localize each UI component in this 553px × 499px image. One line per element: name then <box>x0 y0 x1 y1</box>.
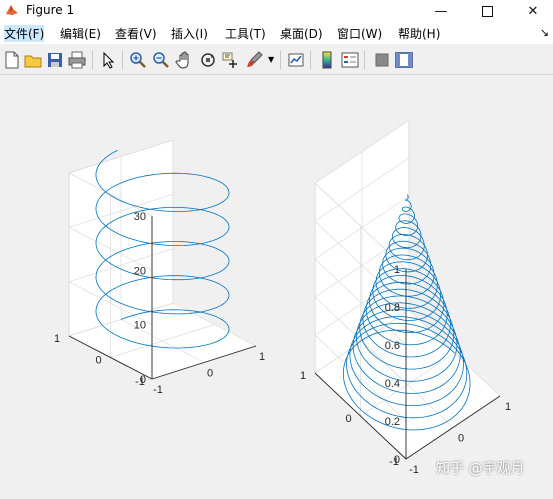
figure-canvas: 0 10 20 30 -1 0 1 -1 0 1 0 0.2 0.4 0.6 0.8 1 -1 0 1 -1 0 1 <box>0 75 553 495</box>
window-title: Figure 1 <box>26 3 75 17</box>
print-icon[interactable] <box>67 50 87 70</box>
menu-file[interactable]: 文件(F) <box>4 25 45 42</box>
y-tick-label: 1 <box>300 370 306 382</box>
y-tick-label: -1 <box>135 376 145 388</box>
z-tick-label: 20 <box>134 265 146 277</box>
rotate-3d-icon[interactable] <box>198 50 218 70</box>
title-bar: Figure 1 — ✕ <box>0 0 553 22</box>
close-icon: ✕ <box>527 3 539 19</box>
z-tick-label: 10 <box>134 320 146 332</box>
y-tick-label: -1 <box>389 456 399 468</box>
menu-overflow-arrow-icon[interactable]: ↘ <box>540 26 549 39</box>
x-tick-label: 1 <box>505 401 511 413</box>
x-tick-label: 0 <box>458 433 464 445</box>
menu-edit[interactable]: 编辑(E) <box>60 25 101 42</box>
menu-window[interactable]: 窗口(W) <box>337 25 382 42</box>
select-pointer-icon[interactable] <box>98 50 118 70</box>
menu-view[interactable]: 查看(V) <box>115 25 157 42</box>
open-file-icon[interactable] <box>23 50 43 70</box>
minimize-button[interactable]: — <box>418 0 464 22</box>
toolbar-separator <box>92 51 93 69</box>
minimize-icon: — <box>434 3 448 19</box>
y-tick-label: 0 <box>345 413 351 425</box>
axes-helix[interactable]: 0102030-101-101 <box>54 139 265 396</box>
legend-icon[interactable] <box>340 50 360 70</box>
hide-plot-tools-icon[interactable] <box>372 50 392 70</box>
brush-icon[interactable] <box>244 50 264 70</box>
watermark-text: 知乎 @宇观月 <box>436 461 525 477</box>
toolbar: ▼ <box>0 46 553 75</box>
z-tick-label: 30 <box>134 211 146 223</box>
z-tick-label: 0.2 <box>385 416 400 428</box>
zoom-out-icon[interactable] <box>151 50 171 70</box>
show-plot-tools-icon[interactable] <box>394 50 414 70</box>
toolbar-separator <box>364 51 365 69</box>
figure-plots: 0102030-101-101 00.20.40.60.81-101-101 <box>54 119 511 476</box>
maximize-icon <box>481 5 493 17</box>
close-button[interactable]: ✕ <box>510 0 553 22</box>
z-tick-label: 1 <box>394 264 400 276</box>
maximize-button[interactable] <box>464 0 510 22</box>
toolbar-separator <box>122 51 123 69</box>
menu-help[interactable]: 帮助(H) <box>398 25 440 42</box>
z-tick-label: 0.6 <box>385 340 400 352</box>
menu-desktop[interactable]: 桌面(D) <box>280 25 323 42</box>
z-tick-label: 0.8 <box>385 302 400 314</box>
pan-hand-icon[interactable] <box>175 50 195 70</box>
x-tick-label: -1 <box>153 384 163 396</box>
save-icon[interactable] <box>45 50 65 70</box>
y-tick-label: 1 <box>54 333 60 345</box>
axes-cone-spiral[interactable]: 00.20.40.60.81-101-101 <box>300 119 511 476</box>
x-tick-label: 0 <box>207 368 213 380</box>
brush-dropdown-icon[interactable]: ▼ <box>268 55 274 64</box>
data-cursor-icon[interactable] <box>221 50 241 70</box>
toolbar-separator <box>310 51 311 69</box>
y-tick-label: 0 <box>95 355 101 367</box>
menu-bar: 文件(F) 编辑(E) 查看(V) 插入(I) 工具(T) 桌面(D) 窗口(W… <box>0 22 553 44</box>
menu-tools[interactable]: 工具(T) <box>225 25 266 42</box>
menu-insert[interactable]: 插入(I) <box>171 25 208 42</box>
z-tick-label: 0.4 <box>385 378 400 390</box>
link-plot-icon[interactable] <box>286 50 306 70</box>
new-figure-icon[interactable] <box>2 50 22 70</box>
zoom-in-icon[interactable] <box>128 50 148 70</box>
colorbar-icon[interactable] <box>317 50 337 70</box>
x-tick-label: 1 <box>259 351 265 363</box>
x-tick-label: -1 <box>409 464 419 476</box>
toolbar-separator <box>280 51 281 69</box>
matlab-logo-icon <box>6 5 18 15</box>
